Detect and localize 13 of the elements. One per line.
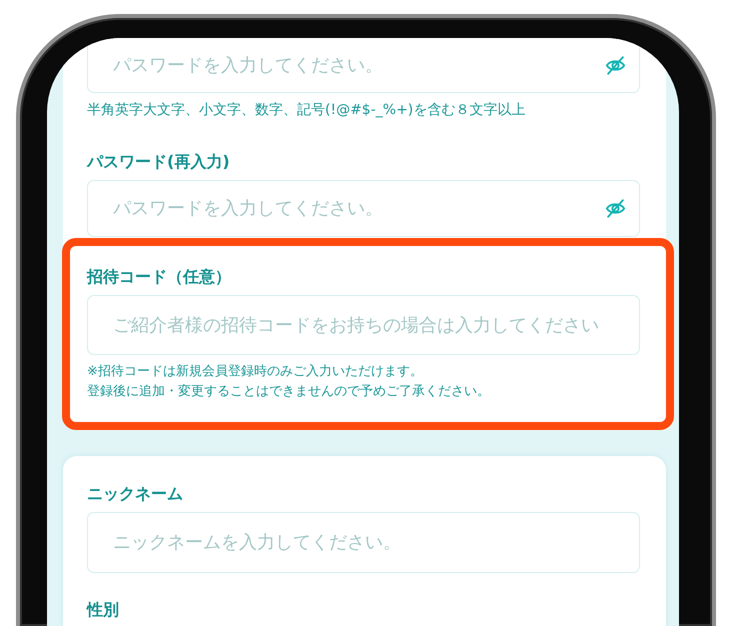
field-label: 性別 bbox=[87, 600, 120, 620]
password-field[interactable]: パスワードを入力してください。 bbox=[87, 180, 640, 237]
field-label: ニックネーム bbox=[87, 484, 184, 504]
field-label: パスワード(再入力) bbox=[87, 152, 231, 172]
invite-code-field[interactable]: ご紹介者様の招待コードをお持ちの場合は入力してください bbox=[87, 295, 640, 355]
eye-slash-icon[interactable] bbox=[605, 56, 626, 75]
nickname-field[interactable]: ニックネームを入力してください。 bbox=[87, 512, 640, 573]
note-text: ※招待コードは新規会員登録時のみご入力いただけます。 bbox=[87, 363, 424, 381]
hint-text: 半角英字大文字、小文字、数字、記号(!@#$-_%+)を含む８文字以上 bbox=[87, 101, 526, 119]
note-text: 登録後に追加・変更することはできませんので予めご了承ください。 bbox=[87, 383, 491, 401]
password-field[interactable]: パスワードを入力してください。 bbox=[87, 38, 640, 93]
eye-slash-icon[interactable] bbox=[605, 199, 626, 218]
field-label: 招待コード（任意） bbox=[87, 267, 232, 287]
